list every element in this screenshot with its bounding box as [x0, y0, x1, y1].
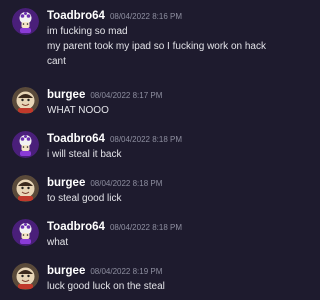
message-header: burgee 08/04/2022 8:17 PM [47, 87, 162, 103]
username[interactable]: Toadbro64 [47, 133, 105, 145]
avatar[interactable] [12, 219, 39, 246]
avatar[interactable] [12, 131, 39, 158]
avatar[interactable] [12, 8, 39, 35]
message-text: luck good luck on the steal [47, 281, 165, 292]
toadbro-avatar-icon [12, 131, 39, 158]
message-body: to steal good lick [47, 191, 297, 206]
message-body: luck good luck on the steal [47, 279, 297, 294]
message-header: Toadbro64 08/04/2022 8:16 PM [47, 8, 182, 24]
username[interactable]: Toadbro64 [47, 10, 105, 22]
message-text: my parent took my ipad so I fucking work… [47, 41, 266, 52]
message-text: cant [47, 56, 66, 67]
chat-log: Toadbro64 08/04/2022 8:16 PM im fucking s… [0, 0, 300, 300]
username[interactable]: Toadbro64 [47, 221, 105, 233]
timestamp: 08/04/2022 8:18 PM [109, 223, 182, 232]
timestamp: 08/04/2022 8:19 PM [90, 267, 163, 276]
message-text: i will steal it back [47, 149, 122, 160]
message-body: im fucking so mad my parent took my ipad… [47, 24, 297, 69]
avatar[interactable] [12, 87, 39, 114]
message-header: Toadbro64 08/04/2022 8:18 PM [47, 219, 182, 235]
username[interactable]: burgee [47, 89, 85, 101]
burgee-avatar-icon [12, 263, 39, 290]
message-body: i will steal it back [47, 147, 297, 162]
username[interactable]: burgee [47, 265, 85, 277]
avatar[interactable] [12, 175, 39, 202]
message-text: WHAT NOOO [47, 105, 109, 116]
timestamp: 08/04/2022 8:17 PM [90, 91, 163, 100]
avatar[interactable] [12, 263, 39, 290]
username[interactable]: burgee [47, 177, 85, 189]
toadbro-avatar-icon [12, 219, 39, 246]
message-header: burgee 08/04/2022 8:18 PM [47, 175, 162, 191]
burgee-avatar-icon [12, 175, 39, 202]
message-text: im fucking so mad [47, 26, 128, 37]
timestamp: 08/04/2022 8:18 PM [90, 179, 163, 188]
message-body: what [47, 235, 297, 250]
timestamp: 08/04/2022 8:16 PM [109, 12, 182, 21]
burgee-avatar-icon [12, 87, 39, 114]
message-body: WHAT NOOO [47, 103, 297, 118]
message-text: what [47, 237, 69, 248]
message-header: burgee 08/04/2022 8:19 PM [47, 263, 162, 279]
timestamp: 08/04/2022 8:18 PM [109, 135, 182, 144]
message-header: Toadbro64 08/04/2022 8:18 PM [47, 131, 182, 147]
toadbro-avatar-icon [12, 8, 39, 35]
message-text: to steal good lick [47, 193, 122, 204]
